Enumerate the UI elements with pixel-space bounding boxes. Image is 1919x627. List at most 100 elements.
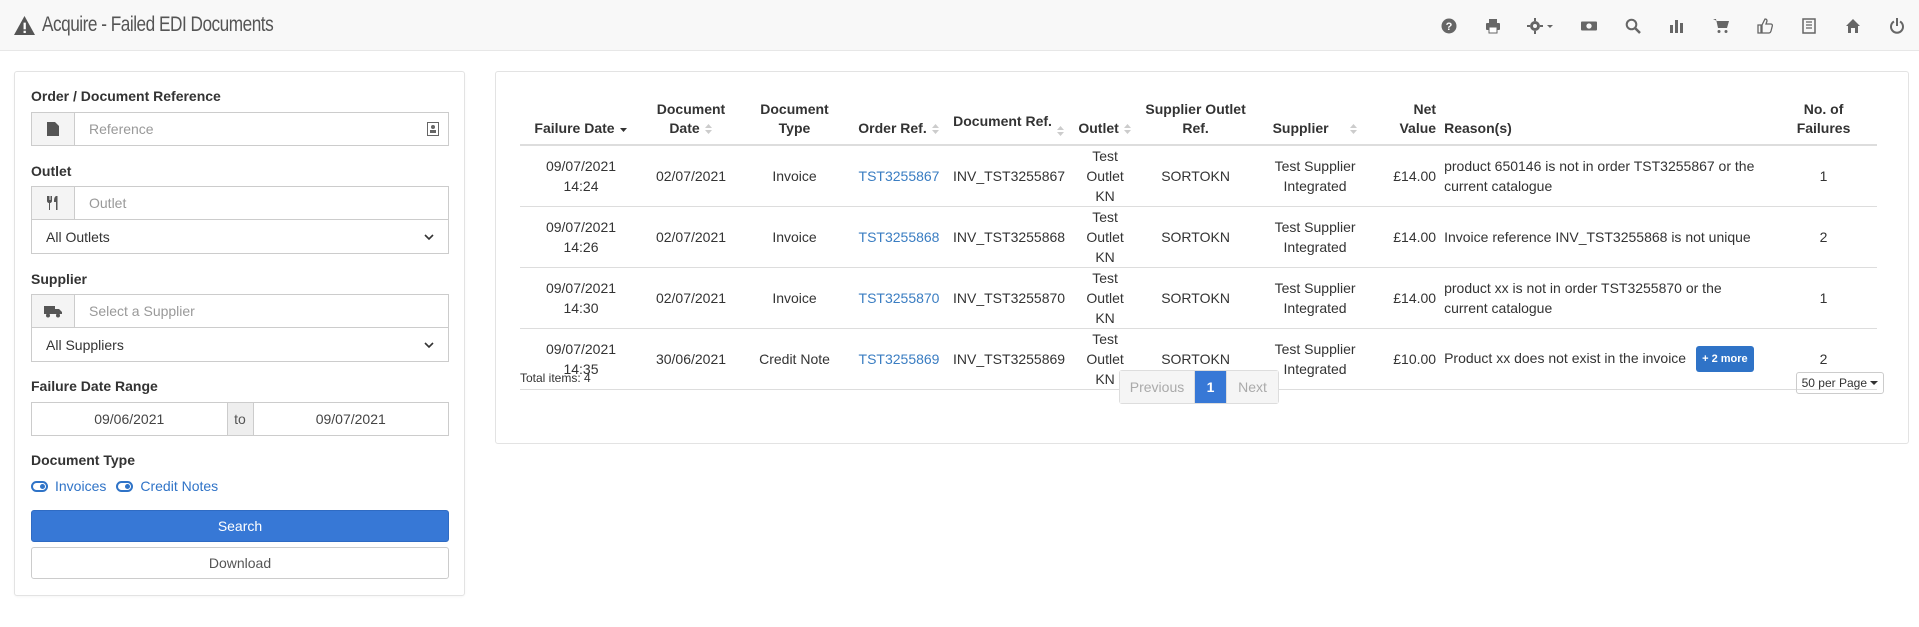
outlet-line1: Test Outlet: [1086, 148, 1124, 184]
pagination-next[interactable]: Next: [1226, 371, 1278, 403]
per-page-value: 50 per Page: [1801, 376, 1867, 390]
help-icon[interactable]: ?: [1427, 0, 1471, 51]
order-ref-link[interactable]: TST3255870: [859, 290, 940, 306]
download-button[interactable]: Download: [31, 547, 449, 579]
failure-date: 09/07/2021: [545, 341, 617, 357]
col-order-ref-label: Order Ref.: [858, 120, 927, 136]
col-no-of-failures[interactable]: No. of Failures: [1770, 100, 1877, 146]
power-icon[interactable]: [1875, 0, 1919, 51]
toggle-on-icon[interactable]: [116, 480, 134, 492]
order-ref-link[interactable]: TST3255868: [859, 229, 940, 245]
supplier-line2: Integrated: [1283, 178, 1347, 194]
col-order-ref[interactable]: Order Ref.: [849, 100, 949, 146]
home-icon[interactable]: [1831, 0, 1875, 51]
cell-supplier: Test Supplier Integrated: [1250, 267, 1381, 329]
date-to-label: to: [226, 403, 254, 435]
per-page-dropdown[interactable]: 50 per Page: [1795, 372, 1884, 394]
col-document-date[interactable]: Document Date: [642, 100, 740, 146]
cart-icon[interactable]: [1699, 0, 1743, 51]
col-failure-date[interactable]: Failure Date: [520, 100, 642, 146]
failed-documents-table: Failure Date Document Date Document Type O…: [520, 100, 1877, 390]
cell-order-ref: TST3255867: [849, 145, 949, 207]
cell-supplier-outlet-ref: SORTOKN: [1141, 145, 1251, 207]
cell-document-type: Invoice: [740, 145, 849, 207]
reason-line2: current catalogue: [1444, 300, 1553, 316]
outlet-input[interactable]: Outlet: [75, 187, 448, 219]
date-from-input[interactable]: 09/06/2021: [32, 403, 227, 435]
supplier-line1: Test Supplier: [1274, 219, 1356, 235]
cell-document-ref: INV_TST3255868: [949, 206, 1070, 268]
more-reasons-badge[interactable]: + 2 more: [1696, 346, 1754, 372]
failure-date: 09/07/2021: [545, 158, 617, 174]
sort-icon: [1056, 126, 1064, 136]
supplier-line2: Integrated: [1283, 300, 1347, 316]
col-document-date-line1: Document: [656, 101, 726, 117]
col-supplier-outlet-ref[interactable]: Supplier Outlet Ref.: [1141, 100, 1251, 146]
toggle-on-icon[interactable]: [31, 480, 48, 492]
date-range-label: Failure Date Range: [31, 378, 158, 394]
doc-type-toggles: Invoices Credit Notes: [31, 478, 218, 494]
bar-chart-icon[interactable]: [1655, 0, 1699, 51]
cell-failure-date: 09/07/2021 14:24: [520, 145, 642, 207]
print-icon[interactable]: [1471, 0, 1515, 51]
cell-net-value: £14.00: [1380, 145, 1441, 207]
col-net-value[interactable]: Net Value: [1380, 100, 1441, 146]
toggle-credit-notes[interactable]: Credit Notes: [140, 478, 218, 494]
reason-line1: Invoice reference INV_TST3255868 is not …: [1444, 229, 1751, 245]
col-document-ref[interactable]: Document Ref.: [949, 100, 1070, 146]
money-icon[interactable]: [1567, 0, 1611, 51]
cell-document-date: 02/07/2021: [642, 145, 740, 207]
pagination-page-1[interactable]: 1: [1195, 371, 1226, 403]
doc-type-label: Document Type: [31, 452, 135, 468]
book-icon[interactable]: [1787, 0, 1831, 51]
search-icon[interactable]: [1611, 0, 1655, 51]
col-outlet-label: Outlet: [1078, 120, 1119, 136]
supplier-select[interactable]: All Suppliers: [31, 328, 449, 362]
id-card-icon[interactable]: [427, 122, 439, 136]
date-range: 09/06/2021 to 09/07/2021: [31, 402, 449, 436]
pagination-previous[interactable]: Previous: [1120, 371, 1195, 403]
thumbs-up-icon[interactable]: [1743, 0, 1787, 51]
pagination: Previous 1 Next: [1119, 370, 1279, 404]
results-panel: Failure Date Document Date Document Type O…: [495, 71, 1909, 444]
failure-time: 14:30: [563, 300, 599, 316]
reason-line1: product 650146 is not in order TST325586…: [1444, 158, 1755, 174]
supplier-line2: Integrated: [1283, 361, 1347, 377]
supplier-input[interactable]: Select a Supplier: [75, 295, 448, 327]
col-outlet[interactable]: Outlet: [1069, 100, 1142, 146]
outlet-line2: KN: [1095, 188, 1115, 204]
sort-icon: [704, 124, 712, 134]
failure-time: 14:24: [563, 178, 599, 194]
table-row: 09/07/2021 14:30 02/07/2021 Invoice TST32558…: [520, 267, 1877, 329]
reference-input[interactable]: Reference: [75, 113, 448, 145]
supplier-line2: Integrated: [1283, 239, 1347, 255]
reference-placeholder: Reference: [89, 121, 154, 137]
supplier-label: Supplier: [31, 271, 88, 287]
cell-net-value: £14.00: [1380, 267, 1441, 329]
order-ref-link[interactable]: TST3255867: [859, 168, 940, 184]
cell-no-of-failures: 2: [1770, 206, 1877, 268]
col-supplier-label: Supplier: [1272, 120, 1329, 136]
brand[interactable]: Acquire - Failed EDI Documents: [13, 12, 324, 38]
col-document-type[interactable]: Document Type: [740, 100, 849, 146]
cell-document-ref: INV_TST3255870: [949, 267, 1070, 329]
outlet-select[interactable]: All Outlets: [31, 220, 449, 254]
outlet-line1: Test Outlet: [1086, 331, 1124, 367]
outlet-group: Outlet: [31, 186, 449, 220]
search-button[interactable]: Search: [31, 510, 449, 542]
date-to-input[interactable]: 09/07/2021: [254, 403, 449, 435]
order-ref-link[interactable]: TST3255869: [859, 351, 940, 367]
sort-desc-icon: [619, 128, 627, 132]
col-supplier[interactable]: Supplier: [1250, 100, 1381, 146]
toggle-invoices[interactable]: Invoices: [55, 478, 106, 494]
col-document-date-line2: Date: [669, 120, 700, 136]
reason-line1: Product xx does not exist in the invoice: [1444, 350, 1687, 366]
col-document-type-line2: Type: [778, 120, 811, 136]
truck-icon: [32, 295, 75, 327]
outlet-line1: Test Outlet: [1086, 209, 1124, 245]
cell-document-date: 30/06/2021: [642, 328, 740, 390]
cell-supplier: Test Supplier Integrated: [1250, 206, 1381, 268]
settings-icon[interactable]: [1515, 0, 1567, 51]
cell-order-ref: TST3255869: [849, 328, 949, 390]
cell-reasons: Invoice reference INV_TST3255868 is not …: [1440, 206, 1771, 268]
